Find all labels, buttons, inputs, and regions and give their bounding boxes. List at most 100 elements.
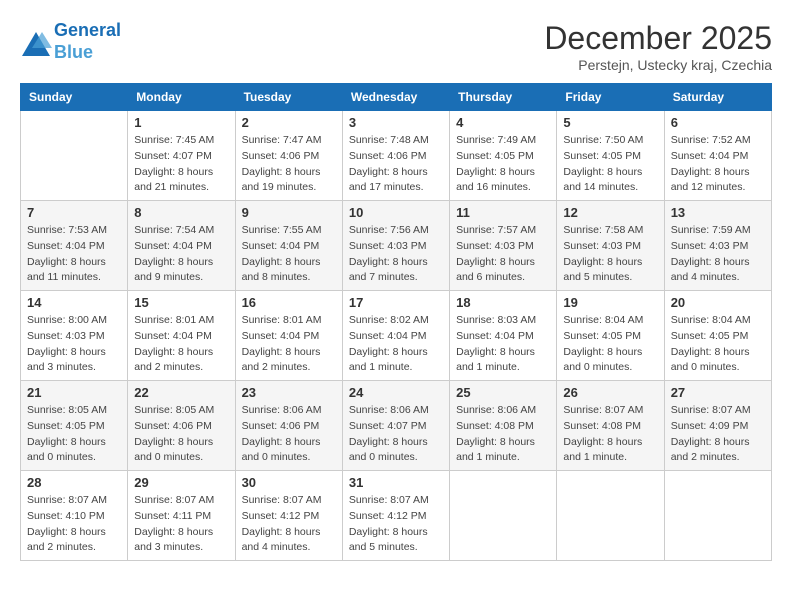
day-number: 28 — [27, 475, 121, 490]
day-info: Sunrise: 8:04 AMSunset: 4:05 PMDaylight:… — [563, 313, 657, 376]
header-tuesday: Tuesday — [235, 84, 342, 111]
logo-icon — [20, 30, 50, 54]
day-number: 7 — [27, 205, 121, 220]
day-info: Sunrise: 8:05 AMSunset: 4:05 PMDaylight:… — [27, 403, 121, 466]
header-saturday: Saturday — [664, 84, 771, 111]
calendar-cell: 5 Sunrise: 7:50 AMSunset: 4:05 PMDaylight… — [557, 111, 664, 201]
day-info: Sunrise: 8:07 AMSunset: 4:11 PMDaylight:… — [134, 493, 228, 556]
day-info: Sunrise: 8:06 AMSunset: 4:08 PMDaylight:… — [456, 403, 550, 466]
day-number: 1 — [134, 115, 228, 130]
day-info: Sunrise: 7:57 AMSunset: 4:03 PMDaylight:… — [456, 223, 550, 286]
day-info: Sunrise: 8:01 AMSunset: 4:04 PMDaylight:… — [134, 313, 228, 376]
calendar-cell: 13 Sunrise: 7:59 AMSunset: 4:03 PMDayligh… — [664, 201, 771, 291]
calendar-cell: 12 Sunrise: 7:58 AMSunset: 4:03 PMDayligh… — [557, 201, 664, 291]
calendar-week-1: 1Sunrise: 7:45 AMSunset: 4:07 PMDaylight… — [21, 111, 772, 201]
day-info: Sunrise: 8:05 AMSunset: 4:06 PMDaylight:… — [134, 403, 228, 466]
day-info: Sunrise: 7:53 AMSunset: 4:04 PMDaylight:… — [27, 223, 121, 286]
day-info: Sunrise: 8:02 AMSunset: 4:04 PMDaylight:… — [349, 313, 443, 376]
day-number: 15 — [134, 295, 228, 310]
day-info: Sunrise: 8:07 AMSunset: 4:12 PMDaylight:… — [242, 493, 336, 556]
day-number: 12 — [563, 205, 657, 220]
day-number: 13 — [671, 205, 765, 220]
calendar-cell: 26 Sunrise: 8:07 AMSunset: 4:08 PMDayligh… — [557, 381, 664, 471]
calendar-week-5: 28 Sunrise: 8:07 AMSunset: 4:10 PMDayligh… — [21, 471, 772, 561]
day-info: Sunrise: 8:07 AMSunset: 4:09 PMDaylight:… — [671, 403, 765, 466]
day-number: 8 — [134, 205, 228, 220]
day-info: Sunrise: 8:07 AMSunset: 4:08 PMDaylight:… — [563, 403, 657, 466]
calendar-cell: 9Sunrise: 7:55 AMSunset: 4:04 PMDaylight… — [235, 201, 342, 291]
day-info: Sunrise: 8:07 AMSunset: 4:10 PMDaylight:… — [27, 493, 121, 556]
day-info: Sunrise: 7:50 AMSunset: 4:05 PMDaylight:… — [563, 133, 657, 196]
calendar-cell: 7 Sunrise: 7:53 AMSunset: 4:04 PMDaylight… — [21, 201, 128, 291]
day-info: Sunrise: 7:54 AMSunset: 4:04 PMDaylight:… — [134, 223, 228, 286]
day-number: 2 — [242, 115, 336, 130]
calendar-cell: 22Sunrise: 8:05 AMSunset: 4:06 PMDayligh… — [128, 381, 235, 471]
calendar-week-2: 7 Sunrise: 7:53 AMSunset: 4:04 PMDaylight… — [21, 201, 772, 291]
day-info: Sunrise: 8:06 AMSunset: 4:07 PMDaylight:… — [349, 403, 443, 466]
calendar-cell: 14Sunrise: 8:00 AMSunset: 4:03 PMDayligh… — [21, 291, 128, 381]
day-number: 11 — [456, 205, 550, 220]
header-friday: Friday — [557, 84, 664, 111]
calendar-cell: 15 Sunrise: 8:01 AMSunset: 4:04 PMDayligh… — [128, 291, 235, 381]
calendar-table: Sunday Monday Tuesday Wednesday Thursday… — [20, 83, 772, 561]
day-info: Sunrise: 7:59 AMSunset: 4:03 PMDaylight:… — [671, 223, 765, 286]
day-number: 10 — [349, 205, 443, 220]
header-sunday: Sunday — [21, 84, 128, 111]
day-number: 30 — [242, 475, 336, 490]
calendar-week-4: 21Sunrise: 8:05 AMSunset: 4:05 PMDayligh… — [21, 381, 772, 471]
location-subtitle: Perstejn, Ustecky kraj, Czechia — [544, 57, 772, 73]
day-number: 27 — [671, 385, 765, 400]
calendar-cell: 24 Sunrise: 8:06 AMSunset: 4:07 PMDayligh… — [342, 381, 449, 471]
day-info: Sunrise: 7:55 AMSunset: 4:04 PMDaylight:… — [242, 223, 336, 286]
day-number: 23 — [242, 385, 336, 400]
page-header: General Blue December 2025 Perstejn, Ust… — [20, 20, 772, 73]
calendar-cell: 1Sunrise: 7:45 AMSunset: 4:07 PMDaylight… — [128, 111, 235, 201]
calendar-cell: 2 Sunrise: 7:47 AMSunset: 4:06 PMDaylight… — [235, 111, 342, 201]
calendar-cell — [450, 471, 557, 561]
calendar-cell: 20Sunrise: 8:04 AMSunset: 4:05 PMDayligh… — [664, 291, 771, 381]
day-info: Sunrise: 7:48 AMSunset: 4:06 PMDaylight:… — [349, 133, 443, 196]
day-number: 26 — [563, 385, 657, 400]
day-info: Sunrise: 8:06 AMSunset: 4:06 PMDaylight:… — [242, 403, 336, 466]
calendar-cell: 17 Sunrise: 8:02 AMSunset: 4:04 PMDayligh… — [342, 291, 449, 381]
calendar-cell: 21Sunrise: 8:05 AMSunset: 4:05 PMDayligh… — [21, 381, 128, 471]
day-info: Sunrise: 8:07 AMSunset: 4:12 PMDaylight:… — [349, 493, 443, 556]
calendar-cell: 27 Sunrise: 8:07 AMSunset: 4:09 PMDayligh… — [664, 381, 771, 471]
day-info: Sunrise: 7:49 AMSunset: 4:05 PMDaylight:… — [456, 133, 550, 196]
calendar-cell: 25 Sunrise: 8:06 AMSunset: 4:08 PMDayligh… — [450, 381, 557, 471]
day-number: 5 — [563, 115, 657, 130]
logo: General Blue — [20, 20, 121, 63]
month-title: December 2025 — [544, 20, 772, 57]
day-number: 17 — [349, 295, 443, 310]
header-monday: Monday — [128, 84, 235, 111]
calendar-cell: 4 Sunrise: 7:49 AMSunset: 4:05 PMDaylight… — [450, 111, 557, 201]
calendar-cell — [557, 471, 664, 561]
day-number: 20 — [671, 295, 765, 310]
calendar-cell: 6Sunrise: 7:52 AMSunset: 4:04 PMDaylight… — [664, 111, 771, 201]
calendar-cell: 23 Sunrise: 8:06 AMSunset: 4:06 PMDayligh… — [235, 381, 342, 471]
day-info: Sunrise: 7:52 AMSunset: 4:04 PMDaylight:… — [671, 133, 765, 196]
calendar-cell: 31Sunrise: 8:07 AMSunset: 4:12 PMDayligh… — [342, 471, 449, 561]
day-info: Sunrise: 7:56 AMSunset: 4:03 PMDaylight:… — [349, 223, 443, 286]
day-info: Sunrise: 7:58 AMSunset: 4:03 PMDaylight:… — [563, 223, 657, 286]
calendar-cell: 3 Sunrise: 7:48 AMSunset: 4:06 PMDaylight… — [342, 111, 449, 201]
calendar-cell: 19 Sunrise: 8:04 AMSunset: 4:05 PMDayligh… — [557, 291, 664, 381]
day-number: 24 — [349, 385, 443, 400]
day-number: 3 — [349, 115, 443, 130]
day-info: Sunrise: 8:01 AMSunset: 4:04 PMDaylight:… — [242, 313, 336, 376]
day-number: 16 — [242, 295, 336, 310]
calendar-cell — [664, 471, 771, 561]
day-info: Sunrise: 7:47 AMSunset: 4:06 PMDaylight:… — [242, 133, 336, 196]
day-number: 25 — [456, 385, 550, 400]
day-number: 4 — [456, 115, 550, 130]
calendar-cell: 28 Sunrise: 8:07 AMSunset: 4:10 PMDayligh… — [21, 471, 128, 561]
title-block: December 2025 Perstejn, Ustecky kraj, Cz… — [544, 20, 772, 73]
calendar-cell: 30 Sunrise: 8:07 AMSunset: 4:12 PMDayligh… — [235, 471, 342, 561]
calendar-cell: 18Sunrise: 8:03 AMSunset: 4:04 PMDayligh… — [450, 291, 557, 381]
header-wednesday: Wednesday — [342, 84, 449, 111]
day-number: 29 — [134, 475, 228, 490]
day-number: 18 — [456, 295, 550, 310]
calendar-cell: 16 Sunrise: 8:01 AMSunset: 4:04 PMDayligh… — [235, 291, 342, 381]
day-number: 19 — [563, 295, 657, 310]
calendar-header-row: Sunday Monday Tuesday Wednesday Thursday… — [21, 84, 772, 111]
